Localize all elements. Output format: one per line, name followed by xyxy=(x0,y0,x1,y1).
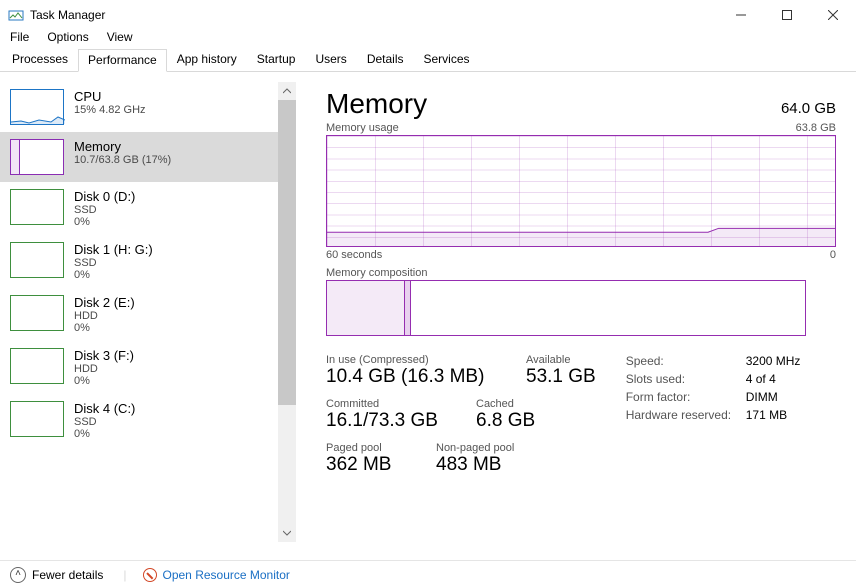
sidebar-item-memory[interactable]: Memory 10.7/63.8 GB (17%) xyxy=(0,132,296,182)
available-label: Available xyxy=(526,354,596,366)
sidebar-item-disk0[interactable]: Disk 0 (D:) SSD 0% xyxy=(0,182,296,235)
disk4-pct: 0% xyxy=(74,428,135,440)
disk0-pct: 0% xyxy=(74,216,135,228)
disk-thumb-icon xyxy=(10,242,64,278)
inuse-value: 10.4 GB (16.3 MB) xyxy=(326,366,496,388)
cached-value: 6.8 GB xyxy=(476,410,535,432)
form-label: Form factor: xyxy=(626,390,746,404)
minimize-button[interactable] xyxy=(718,0,764,30)
scroll-track[interactable] xyxy=(278,100,296,524)
close-button[interactable] xyxy=(810,0,856,30)
sidebar-item-disk3[interactable]: Disk 3 (F:) HDD 0% xyxy=(0,341,296,394)
committed-label: Committed xyxy=(326,398,446,410)
memory-usage-chart[interactable] xyxy=(326,135,836,247)
page-title: Memory xyxy=(326,88,427,120)
slots-label: Slots used: xyxy=(626,372,746,386)
disk2-title: Disk 2 (E:) xyxy=(74,295,135,310)
menu-bar: File Options View xyxy=(0,30,856,48)
stats-grid: In use (Compressed) 10.4 GB (16.3 MB) Av… xyxy=(326,354,836,476)
tab-performance[interactable]: Performance xyxy=(78,49,167,72)
maximize-button[interactable] xyxy=(764,0,810,30)
memory-total: 64.0 GB xyxy=(781,100,836,117)
disk3-pct: 0% xyxy=(74,375,134,387)
sidebar: CPU 15% 4.82 GHz Memory 10.7/63.8 GB (17… xyxy=(0,72,296,560)
nonpaged-label: Non-paged pool xyxy=(436,442,514,454)
window-title: Task Manager xyxy=(30,8,105,22)
tab-services[interactable]: Services xyxy=(414,48,480,71)
memory-thumb-icon xyxy=(10,139,64,175)
memory-sub: 10.7/63.8 GB (17%) xyxy=(74,154,171,166)
disk0-sub: SSD xyxy=(74,204,135,216)
sidebar-item-cpu[interactable]: CPU 15% 4.82 GHz xyxy=(0,82,296,132)
menu-options[interactable]: Options xyxy=(47,30,88,44)
body: CPU 15% 4.82 GHz Memory 10.7/63.8 GB (17… xyxy=(0,72,856,560)
disk4-sub: SSD xyxy=(74,416,135,428)
tab-processes[interactable]: Processes xyxy=(2,48,78,71)
usage-max: 63.8 GB xyxy=(796,122,836,134)
cpu-title: CPU xyxy=(74,89,146,104)
window-controls xyxy=(718,0,856,30)
sidebar-item-disk2[interactable]: Disk 2 (E:) HDD 0% xyxy=(0,288,296,341)
main-panel: Memory 64.0 GB Memory usage 63.8 GB 60 s… xyxy=(296,72,856,560)
composition-label: Memory composition xyxy=(326,267,836,279)
disk-thumb-icon xyxy=(10,401,64,437)
open-resource-monitor-link[interactable]: Open Resource Monitor xyxy=(163,568,290,582)
disk1-sub: SSD xyxy=(74,257,153,269)
title-bar: Task Manager xyxy=(0,0,856,30)
disk3-title: Disk 3 (F:) xyxy=(74,348,134,363)
disk1-title: Disk 1 (H: G:) xyxy=(74,242,153,257)
hwres-label: Hardware reserved: xyxy=(626,408,746,422)
status-bar: ˄ Fewer details | Open Resource Monitor xyxy=(0,560,856,588)
tab-app-history[interactable]: App history xyxy=(167,48,247,71)
form-value: DIMM xyxy=(746,390,826,404)
disk-thumb-icon xyxy=(10,348,64,384)
cpu-thumb-icon xyxy=(10,89,64,125)
scroll-up-icon[interactable] xyxy=(278,82,296,100)
scroll-down-icon[interactable] xyxy=(278,524,296,542)
hardware-info: Speed: 3200 MHz Slots used: 4 of 4 Form … xyxy=(626,354,826,476)
cpu-sub: 15% 4.82 GHz xyxy=(74,104,146,116)
menu-file[interactable]: File xyxy=(10,30,29,44)
committed-value: 16.1/73.3 GB xyxy=(326,410,446,432)
fewer-details-icon[interactable]: ˄ xyxy=(10,567,26,583)
scroll-thumb[interactable] xyxy=(278,100,296,405)
disk1-pct: 0% xyxy=(74,269,153,281)
tab-users[interactable]: Users xyxy=(305,48,356,71)
disk2-pct: 0% xyxy=(74,322,135,334)
resource-monitor-icon[interactable] xyxy=(143,568,157,582)
slots-value: 4 of 4 xyxy=(746,372,826,386)
tab-startup[interactable]: Startup xyxy=(247,48,306,71)
sidebar-scrollbar[interactable] xyxy=(278,82,296,542)
disk4-title: Disk 4 (C:) xyxy=(74,401,135,416)
inuse-label: In use (Compressed) xyxy=(326,354,496,366)
speed-label: Speed: xyxy=(626,354,746,368)
memory-composition-chart[interactable] xyxy=(326,280,806,336)
sidebar-item-disk1[interactable]: Disk 1 (H: G:) SSD 0% xyxy=(0,235,296,288)
fewer-details-link[interactable]: Fewer details xyxy=(32,568,103,582)
disk-thumb-icon xyxy=(10,189,64,225)
cached-label: Cached xyxy=(476,398,535,410)
memory-title: Memory xyxy=(74,139,171,154)
paged-value: 362 MB xyxy=(326,454,406,476)
nonpaged-value: 483 MB xyxy=(436,454,514,476)
tab-bar: Processes Performance App history Startu… xyxy=(0,48,856,72)
disk-thumb-icon xyxy=(10,295,64,331)
disk3-sub: HDD xyxy=(74,363,134,375)
paged-label: Paged pool xyxy=(326,442,406,454)
sidebar-item-disk4[interactable]: Disk 4 (C:) SSD 0% xyxy=(0,394,296,447)
x-right: 0 xyxy=(830,249,836,261)
app-icon xyxy=(8,7,24,23)
tab-details[interactable]: Details xyxy=(357,48,414,71)
usage-label: Memory usage xyxy=(326,122,399,134)
speed-value: 3200 MHz xyxy=(746,354,826,368)
menu-view[interactable]: View xyxy=(107,30,133,44)
available-value: 53.1 GB xyxy=(526,366,596,388)
x-left: 60 seconds xyxy=(326,249,382,261)
hwres-value: 171 MB xyxy=(746,408,826,422)
disk2-sub: HDD xyxy=(74,310,135,322)
disk0-title: Disk 0 (D:) xyxy=(74,189,135,204)
